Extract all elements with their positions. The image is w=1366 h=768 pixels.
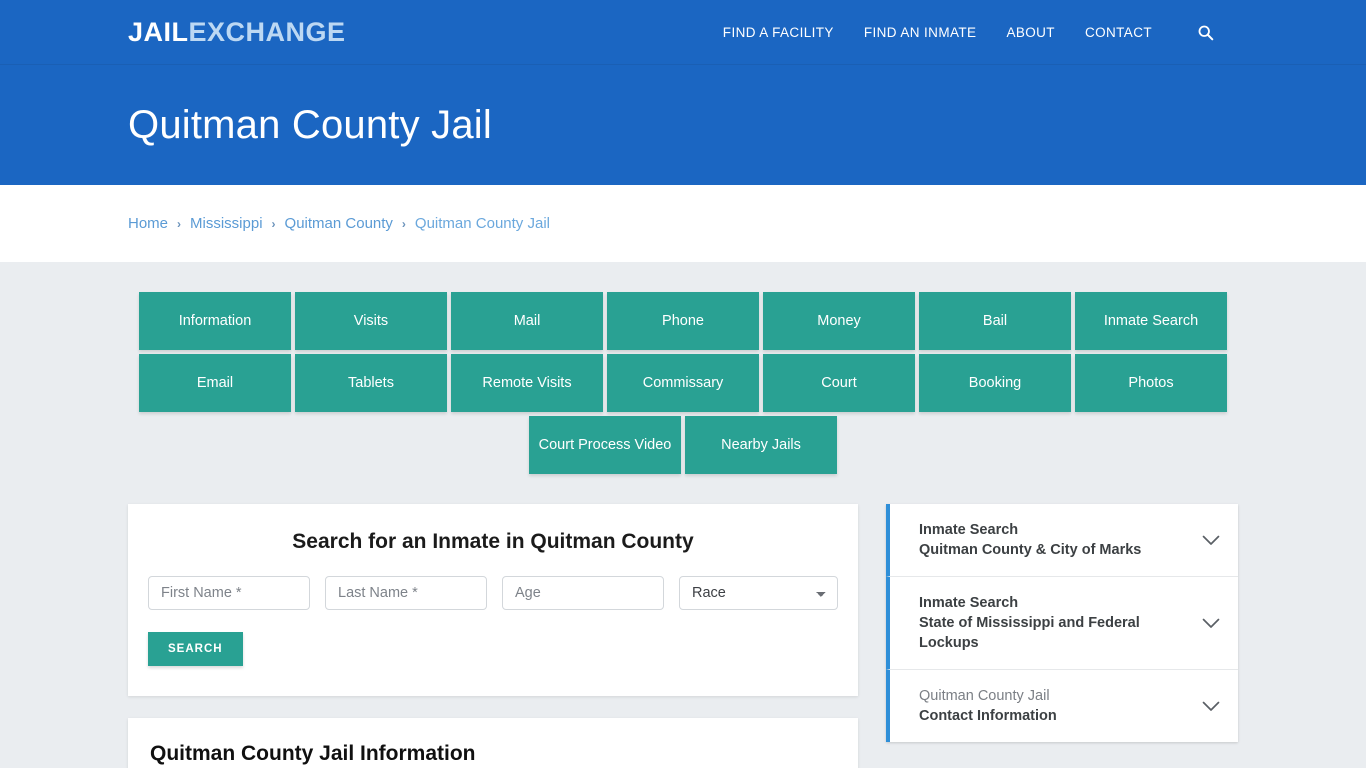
logo-text-primary: JAIL (128, 16, 189, 47)
breadcrumb-item-mississippi[interactable]: Mississippi (190, 215, 263, 232)
facility-section-tiles: Information Visits Mail Phone Money Bail… (137, 292, 1229, 474)
tile-phone[interactable]: Phone (607, 292, 759, 350)
accordion-item-inmate-search-county[interactable]: Inmate Search Quitman County & City of M… (886, 504, 1238, 577)
inmate-search-heading: Search for an Inmate in Quitman County (292, 530, 694, 553)
tile-photos[interactable]: Photos (1075, 354, 1227, 412)
top-navbar: JAILEXCHANGE FIND A FACILITY FIND AN INM… (0, 0, 1366, 65)
chevron-right-icon: › (271, 216, 276, 231)
tile-bail[interactable]: Bail (919, 292, 1071, 350)
tile-commissary[interactable]: Commissary (607, 354, 759, 412)
nav-item-find-an-inmate[interactable]: FIND AN INMATE (864, 25, 977, 40)
nav-item-about[interactable]: ABOUT (1006, 25, 1055, 40)
accordion-item-text: Inmate Search State of Mississippi and F… (919, 593, 1190, 653)
chevron-down-icon[interactable] (1202, 697, 1220, 715)
inmate-search-card: Search for an Inmate in Quitman County R… (128, 504, 858, 696)
tile-email[interactable]: Email (139, 354, 291, 412)
main-navigation: FIND A FACILITY FIND AN INMATE ABOUT CON… (723, 21, 1216, 43)
tile-tablets[interactable]: Tablets (295, 354, 447, 412)
sidebar-column: Inmate Search Quitman County & City of M… (886, 504, 1238, 742)
breadcrumb-item-home[interactable]: Home (128, 215, 168, 232)
age-input[interactable] (502, 576, 664, 610)
accordion-item-inmate-search-state[interactable]: Inmate Search State of Mississippi and F… (886, 577, 1238, 670)
content-columns: Search for an Inmate in Quitman County R… (128, 504, 1238, 768)
tile-money[interactable]: Money (763, 292, 915, 350)
logo-text-secondary: EXCHANGE (188, 16, 346, 47)
search-icon[interactable] (1194, 21, 1216, 43)
tile-court-process-video[interactable]: Court Process Video (529, 416, 681, 474)
accordion-item-text: Quitman County Jail Contact Information (919, 686, 1190, 726)
accordion-item-line2: State of Mississippi and Federal Lockups (919, 615, 1140, 651)
jail-information-card: Quitman County Jail Information (128, 718, 858, 768)
breadcrumb: Home › Mississippi › Quitman County › Qu… (128, 215, 550, 232)
page-body: Information Visits Mail Phone Money Bail… (0, 262, 1366, 768)
nav-item-find-a-facility[interactable]: FIND A FACILITY (723, 25, 834, 40)
accordion-item-line1: Inmate Search (919, 595, 1019, 611)
breadcrumb-item-quitman-county-jail[interactable]: Quitman County Jail (415, 215, 550, 232)
nav-item-contact[interactable]: CONTACT (1085, 25, 1152, 40)
chevron-right-icon: › (177, 216, 182, 231)
main-column: Search for an Inmate in Quitman County R… (128, 504, 858, 768)
breadcrumb-item-quitman-county[interactable]: Quitman County (285, 215, 393, 232)
chevron-right-icon: › (401, 216, 406, 231)
accordion-item-text: Inmate Search Quitman County & City of M… (919, 520, 1190, 560)
accordion-item-contact-information[interactable]: Quitman County Jail Contact Information (886, 670, 1238, 742)
breadcrumb-bar: Home › Mississippi › Quitman County › Qu… (0, 185, 1366, 262)
tile-nearby-jails[interactable]: Nearby Jails (685, 416, 837, 474)
first-name-input[interactable] (148, 576, 310, 610)
sidebar-accordion: Inmate Search Quitman County & City of M… (886, 504, 1238, 742)
inmate-search-form: Race (148, 576, 838, 610)
accordion-item-line1: Inmate Search (919, 522, 1019, 538)
race-select[interactable]: Race (679, 576, 838, 610)
search-button[interactable]: SEARCH (148, 632, 243, 666)
accordion-item-line1: Quitman County Jail (919, 688, 1050, 704)
last-name-input[interactable] (325, 576, 487, 610)
tile-mail[interactable]: Mail (451, 292, 603, 350)
tile-remote-visits[interactable]: Remote Visits (451, 354, 603, 412)
accordion-item-line2: Contact Information (919, 708, 1057, 724)
hero-banner: Quitman County Jail (0, 65, 1366, 185)
tile-court[interactable]: Court (763, 354, 915, 412)
tile-booking[interactable]: Booking (919, 354, 1071, 412)
tile-inmate-search[interactable]: Inmate Search (1075, 292, 1227, 350)
tile-visits[interactable]: Visits (295, 292, 447, 350)
jail-information-heading: Quitman County Jail Information (150, 742, 476, 765)
chevron-down-icon[interactable] (1202, 614, 1220, 632)
page-title: Quitman County Jail (128, 102, 492, 147)
chevron-down-icon[interactable] (1202, 531, 1220, 549)
accordion-item-line2: Quitman County & City of Marks (919, 542, 1142, 558)
site-logo[interactable]: JAILEXCHANGE (128, 17, 346, 48)
tile-information[interactable]: Information (139, 292, 291, 350)
